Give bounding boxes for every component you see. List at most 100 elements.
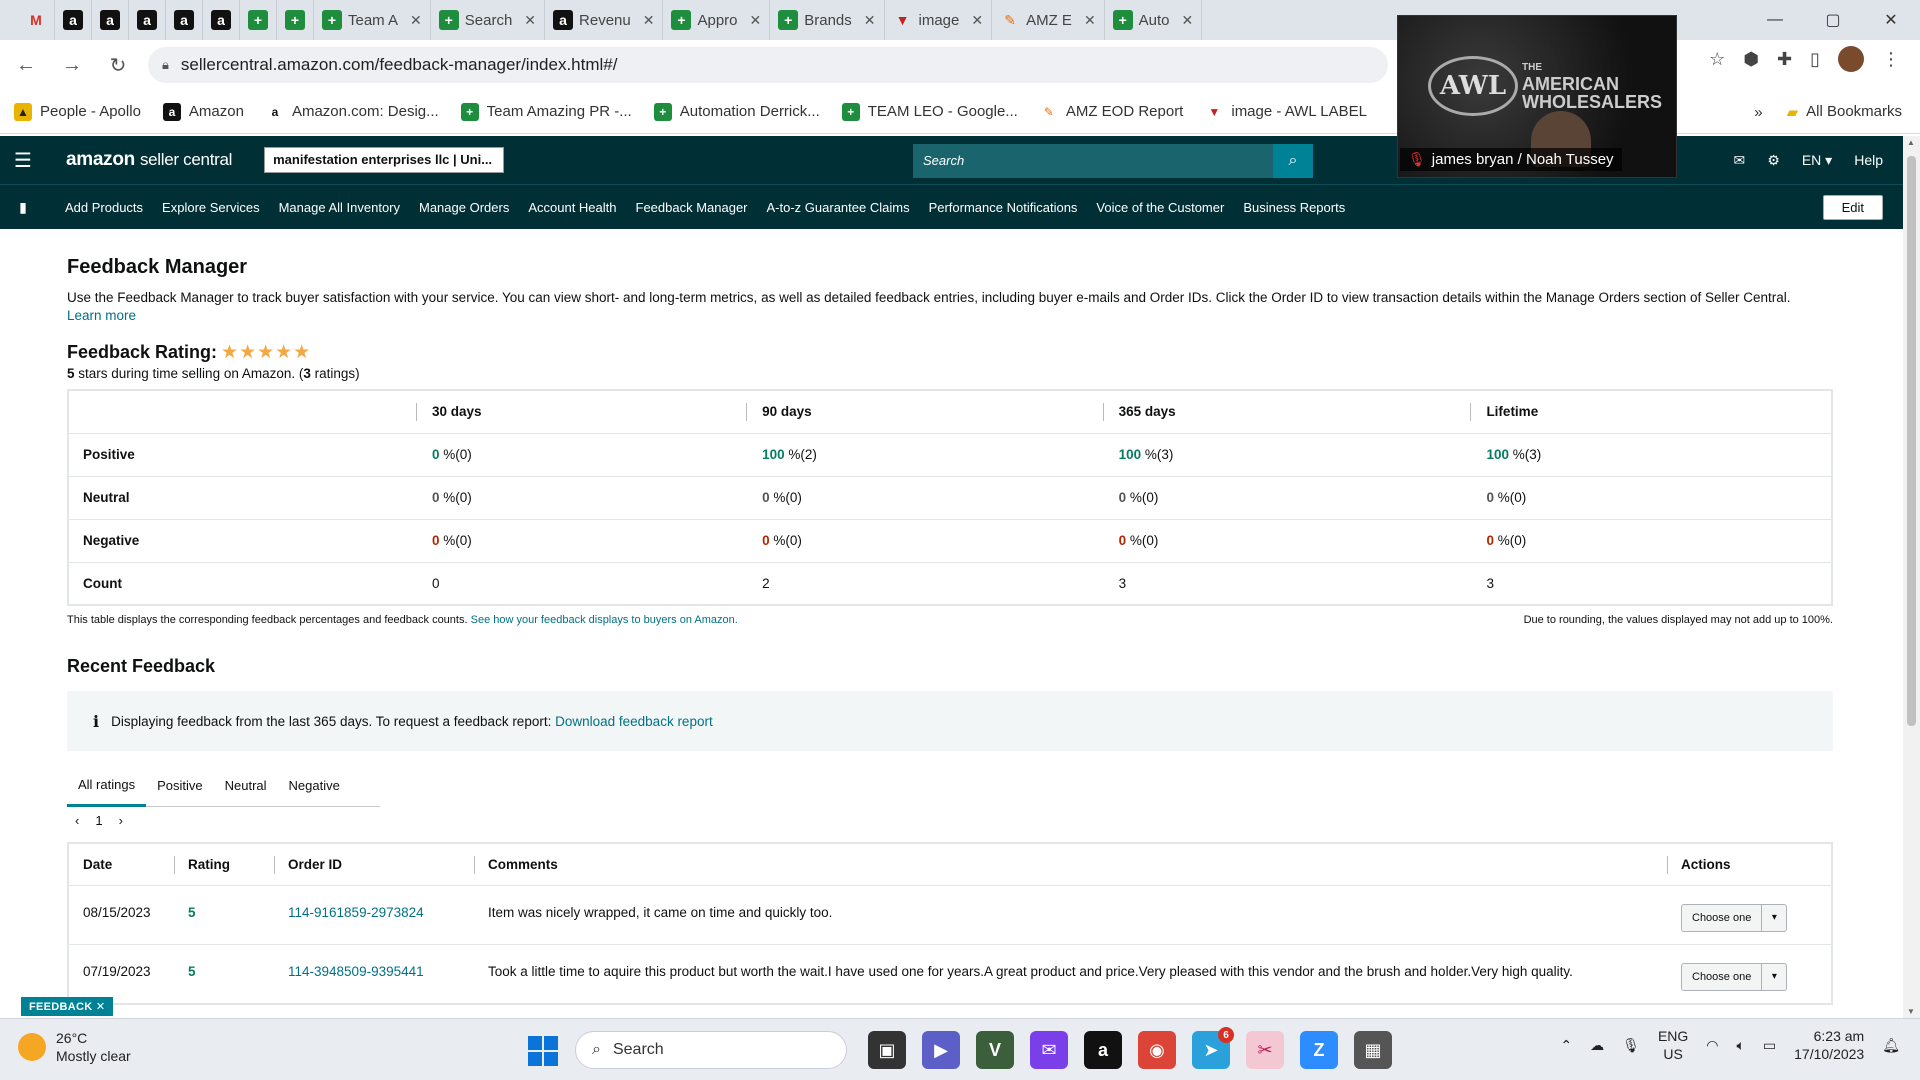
browser-tab[interactable]: + Auto ✕ [1105, 0, 1203, 40]
bookmark-item[interactable]: ▼ image - AWL LABEL [1205, 102, 1367, 121]
onedrive-icon[interactable]: ☁ [1590, 1037, 1604, 1054]
close-tab-icon[interactable]: ✕ [864, 12, 876, 29]
bookmark-item[interactable]: + TEAM LEO - Google... [841, 102, 1018, 121]
next-page-icon[interactable]: › [119, 813, 123, 828]
clock[interactable]: 6:23 am 17/10/2023 [1794, 1027, 1864, 1063]
zoom-icon[interactable]: Z [1300, 1031, 1338, 1069]
scroll-thumb[interactable] [1907, 156, 1916, 726]
language-indicator[interactable]: ENG US [1658, 1027, 1688, 1063]
start-button[interactable] [528, 1036, 558, 1066]
puzzle-icon[interactable]: ✚ [1777, 49, 1792, 70]
scroll-up-icon[interactable]: ▲ [1907, 138, 1915, 147]
weather-widget[interactable]: 26°C Mostly clear [18, 1029, 131, 1065]
mic-icon[interactable]: 🎙︎ [1622, 1037, 1640, 1054]
chat-icon[interactable]: ▶ [922, 1031, 960, 1069]
back-icon[interactable]: ← [6, 45, 46, 85]
scroll-down-icon[interactable]: ▼ [1907, 1007, 1915, 1016]
language-selector[interactable]: EN ▾ [1802, 152, 1832, 169]
chrome-icon[interactable]: ◉ [1138, 1031, 1176, 1069]
maximize-icon[interactable]: ▢ [1804, 0, 1862, 40]
page-scrollbar[interactable]: ▲ ▼ [1903, 136, 1920, 1018]
browser-tab[interactable]: + Team A ✕ [314, 0, 431, 40]
search-icon[interactable]: ⌕ [1273, 144, 1313, 178]
order-id-link[interactable]: 114-9161859-2973824 [274, 885, 474, 945]
messenger-icon[interactable]: ✉ [1030, 1031, 1068, 1069]
bookmark-item[interactable]: a Amazon.com: Desig... [265, 102, 439, 121]
bookmark-item[interactable]: ▲ People - Apollo [14, 102, 141, 121]
browser-tab[interactable]: + [277, 0, 314, 40]
nav-link[interactable]: Explore Services [162, 200, 260, 215]
close-tab-icon[interactable]: ✕ [971, 12, 983, 29]
nav-link[interactable]: Account Health [528, 200, 616, 215]
close-tab-icon[interactable]: ✕ [750, 12, 762, 29]
edit-nav-button[interactable]: Edit [1822, 195, 1883, 220]
telegram-icon[interactable]: ➤ 6 [1192, 1027, 1234, 1069]
menu-dots-icon[interactable]: ⋮ [1882, 49, 1900, 70]
sidepanel-icon[interactable]: ▯ [1810, 49, 1820, 70]
bookmark-item[interactable]: + Automation Derrick... [653, 102, 820, 121]
feedback-widget-button[interactable]: FEEDBACK ✕ [21, 997, 114, 1016]
actions-dropdown[interactable]: Choose one ▾ [1681, 962, 1788, 991]
browser-tab[interactable]: + Search ✕ [431, 0, 546, 40]
profile-avatar[interactable] [1838, 46, 1864, 72]
nav-link[interactable]: Manage All Inventory [279, 200, 400, 215]
amazon-app-icon[interactable]: a [1084, 1031, 1122, 1069]
taskbar-search[interactable]: ⌕ Search [575, 1031, 847, 1069]
bookmark-item[interactable]: + Team Amazing PR -... [460, 102, 632, 121]
nav-link[interactable]: Voice of the Customer [1096, 200, 1224, 215]
close-tab-icon[interactable]: ✕ [643, 12, 655, 29]
browser-tab[interactable]: a [203, 0, 240, 40]
seller-search-input[interactable]: Search [913, 144, 1273, 178]
chevron-up-icon[interactable]: ⌃ [1560, 1037, 1572, 1054]
close-window-icon[interactable]: ✕ [1862, 0, 1920, 40]
close-tab-icon[interactable]: ✕ [524, 12, 536, 29]
all-bookmarks[interactable]: ▰ All Bookmarks [1787, 103, 1902, 121]
page-number[interactable]: 1 [95, 813, 102, 828]
browser-tab[interactable]: a [166, 0, 203, 40]
browser-tab[interactable]: + Brands ✕ [770, 0, 885, 40]
tab-positive[interactable]: Positive [146, 765, 214, 807]
browser-tab[interactable]: M [18, 0, 55, 40]
hamburger-menu-icon[interactable]: ☰ [0, 148, 46, 173]
close-tab-icon[interactable]: ✕ [410, 12, 422, 29]
nav-link[interactable]: Feedback Manager [636, 200, 748, 215]
vmware-icon[interactable]: V [976, 1031, 1014, 1069]
bookmarks-overflow-icon[interactable]: » [1754, 104, 1762, 121]
reload-icon[interactable]: ↻ [98, 45, 138, 85]
all-bookmarks-link[interactable]: All Bookmarks [1806, 103, 1902, 121]
bookmark-item[interactable]: ✎ AMZ EOD Report [1039, 102, 1183, 121]
tab-all-ratings[interactable]: All ratings [67, 765, 147, 807]
browser-tab[interactable]: + Appro ✕ [663, 0, 771, 40]
wifi-icon[interactable]: ◠ [1706, 1037, 1718, 1054]
snipping-tool-icon[interactable]: ✂ [1246, 1031, 1284, 1069]
seller-central-logo[interactable]: amazon seller central [66, 149, 232, 171]
minimize-icon[interactable]: — [1746, 0, 1804, 40]
tab-negative[interactable]: Negative [278, 765, 351, 807]
battery-icon[interactable]: ▭ [1763, 1037, 1776, 1054]
browser-tab[interactable]: ✎ AMZ E ✕ [992, 0, 1105, 40]
help-link[interactable]: Help [1854, 152, 1883, 168]
prev-page-icon[interactable]: ‹ [75, 813, 79, 828]
browser-tab[interactable]: a [92, 0, 129, 40]
tab-neutral[interactable]: Neutral [214, 765, 278, 807]
video-call-overlay[interactable]: AWL THE AMERICAN WHOLESALERS 🎙︎ james bryan… [1397, 15, 1677, 178]
browser-tab[interactable]: a [129, 0, 166, 40]
feedback-display-link[interactable]: See how your feedback displays to buyers… [471, 614, 738, 626]
close-tab-icon[interactable]: ✕ [1182, 12, 1194, 29]
bookmark-item[interactable]: a Amazon [162, 102, 244, 121]
bookmark-icon[interactable]: ▮ [0, 199, 46, 216]
url-field[interactable]: 🔒︎ sellercentral.amazon.com/feedback-man… [148, 47, 1388, 83]
nav-link[interactable]: Performance Notifications [929, 200, 1078, 215]
close-tab-icon[interactable]: ✕ [1084, 12, 1096, 29]
nav-link[interactable]: A-to-z Guarantee Claims [767, 200, 910, 215]
actions-dropdown[interactable]: Choose one ▾ [1681, 903, 1788, 932]
browser-tab[interactable]: a [55, 0, 92, 40]
browser-tab[interactable]: ▼ image ✕ [885, 0, 993, 40]
calculator-icon[interactable]: ▦ [1354, 1031, 1392, 1069]
task-view-icon[interactable]: ▣ [868, 1031, 906, 1069]
nav-link[interactable]: Business Reports [1243, 200, 1345, 215]
account-switcher[interactable]: manifestation enterprises llc | Uni... [264, 147, 505, 173]
volume-icon[interactable]: 🔈︎ [1737, 1037, 1745, 1054]
gear-icon[interactable]: ⚙ [1767, 152, 1780, 169]
forward-icon[interactable]: → [52, 45, 92, 85]
